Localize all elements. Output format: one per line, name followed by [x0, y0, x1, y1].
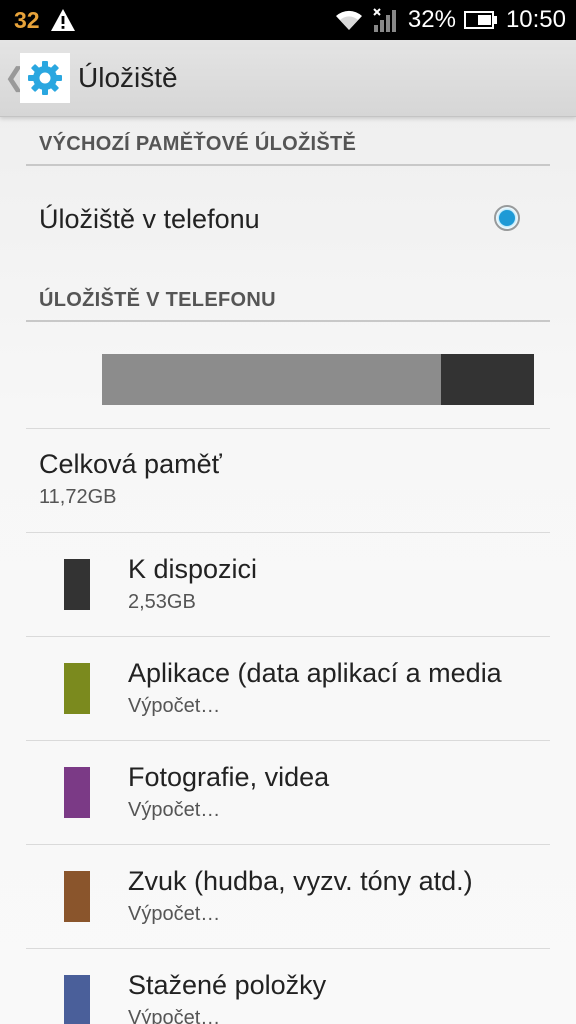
category-title: Aplikace (data aplikací a media	[128, 658, 502, 688]
total-storage-title: Celková paměť	[39, 449, 222, 479]
category-color-swatch	[64, 871, 90, 922]
total-storage-row: Celková paměť 11,72GB	[0, 429, 576, 532]
category-title: Stažené položky	[128, 970, 327, 1000]
storage-category-audio[interactable]: Zvuk (hudba, vyzv. tóny atd.) Výpočet…	[0, 845, 576, 948]
category-value: Výpočet…	[128, 1007, 221, 1024]
warning-icon	[50, 9, 75, 31]
usage-bar-row	[0, 322, 576, 428]
category-value: Výpočet…	[128, 799, 221, 821]
category-value: 2,53GB	[128, 591, 196, 613]
category-text: Aplikace (data aplikací a media Výpočet…	[128, 658, 523, 718]
signal-icon	[373, 8, 396, 32]
storage-category-available[interactable]: K dispozici 2,53GB	[0, 533, 576, 636]
section-header-phone-storage: ÚLOŽIŠTĚ V TELEFONU	[26, 274, 550, 322]
default-storage-option-label: Úložiště v telefonu	[39, 204, 260, 234]
screen: 32 32% 10:50 ❮ Úložiště VÝCHOZÍ PAMĚŤOVÉ…	[0, 0, 576, 1024]
default-storage-radio[interactable]	[494, 205, 520, 231]
status-bar: 32 32% 10:50	[0, 0, 576, 40]
storage-usage-free-segment	[440, 354, 534, 405]
page-title: Úložiště	[78, 62, 178, 93]
category-color-swatch	[64, 767, 90, 818]
battery-percent: 32%	[407, 6, 456, 33]
storage-category-photos-videos[interactable]: Fotografie, videa Výpočet…	[0, 741, 576, 844]
wifi-icon	[335, 10, 362, 30]
category-color-swatch	[64, 975, 90, 1024]
status-right: 32% 10:50	[334, 0, 566, 40]
category-text: Fotografie, videa Výpočet…	[128, 762, 523, 822]
category-text: Zvuk (hudba, vyzv. tóny atd.) Výpočet…	[128, 866, 523, 926]
category-title: K dispozici	[128, 554, 258, 584]
category-title: Zvuk (hudba, vyzv. tóny atd.)	[128, 866, 473, 896]
status-left: 32	[14, 0, 76, 40]
clock: 10:50	[505, 6, 566, 33]
section-header-default-storage: VÝCHOZÍ PAMĚŤOVÉ ÚLOŽIŠTĚ	[26, 118, 550, 166]
category-title: Fotografie, videa	[128, 762, 330, 792]
category-text: K dispozici 2,53GB	[128, 554, 523, 614]
category-color-swatch	[64, 559, 90, 610]
default-storage-option[interactable]: Úložiště v telefonu	[0, 166, 576, 274]
app-icon-button[interactable]	[20, 53, 70, 103]
category-text: Stažené položky Výpočet…	[128, 970, 523, 1024]
storage-category-apps[interactable]: Aplikace (data aplikací a media Výpočet…	[0, 637, 576, 740]
battery-icon	[463, 11, 497, 29]
storage-usage-bar	[102, 354, 534, 405]
storage-category-downloads[interactable]: Stažené položky Výpočet…	[0, 949, 576, 1024]
radio-selected-dot	[499, 210, 515, 226]
category-value: Výpočet…	[128, 695, 221, 717]
total-storage-value: 11,72GB	[39, 486, 117, 508]
category-value: Výpočet…	[128, 903, 221, 925]
storage-settings-list: VÝCHOZÍ PAMĚŤOVÉ ÚLOŽIŠTĚ Úložiště v tel…	[0, 118, 576, 1024]
total-storage-text: Celková paměť 11,72GB	[39, 449, 222, 509]
settings-gear-icon	[28, 61, 62, 95]
category-color-swatch	[64, 663, 90, 714]
notification-count: 32	[14, 6, 40, 33]
action-bar: ❮ Úložiště	[0, 40, 576, 117]
